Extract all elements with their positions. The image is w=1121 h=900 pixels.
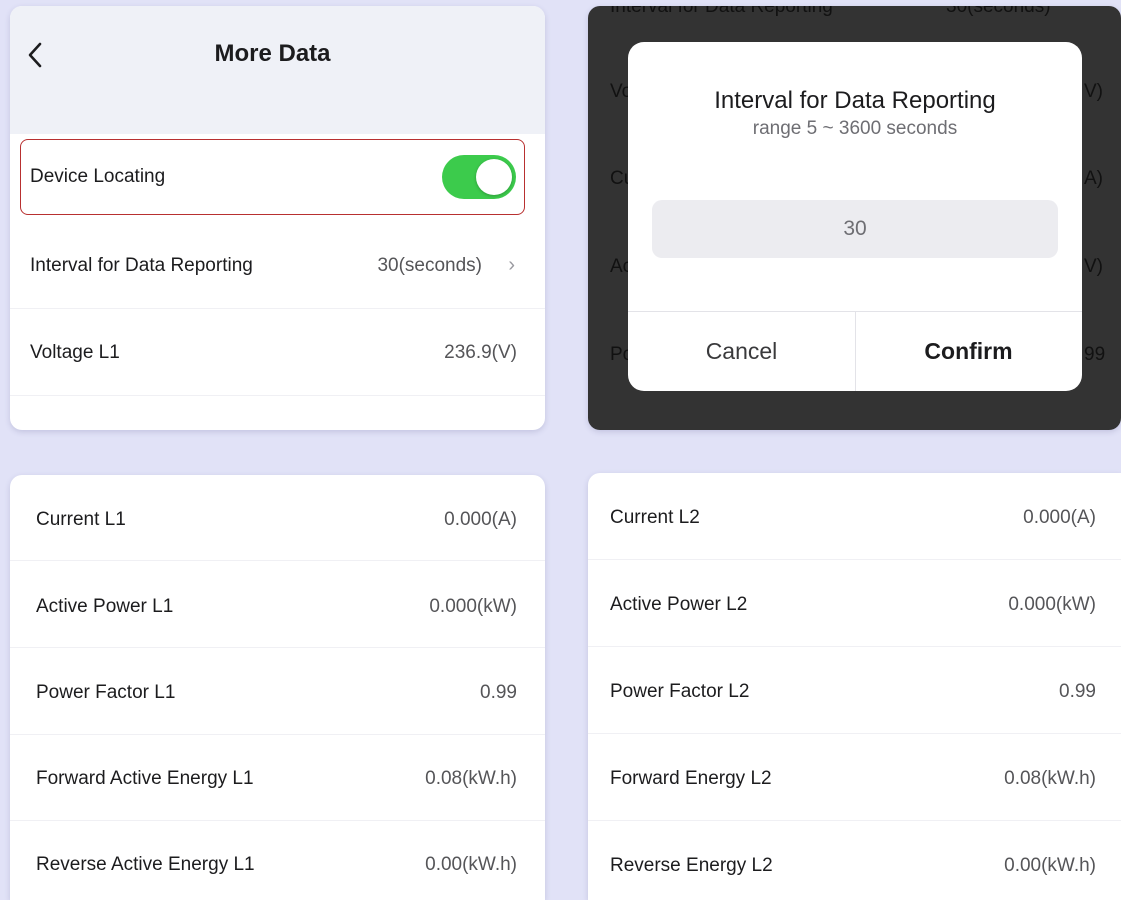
power-factor-l2-label: Power Factor L2 xyxy=(610,681,750,702)
chevron-right-icon: › xyxy=(508,254,515,276)
divider xyxy=(10,560,545,561)
background-text: V) xyxy=(1084,256,1103,277)
interval-label: Interval for Data Reporting xyxy=(30,255,253,276)
current-l2-value: 0.000(A) xyxy=(1023,507,1096,528)
divider xyxy=(588,559,1121,560)
background-text: 30(seconds) xyxy=(946,6,1051,17)
page-title: More Data xyxy=(214,40,331,67)
forward-active-energy-l1-value: 0.08(kW.h) xyxy=(425,768,517,789)
confirm-button[interactable]: Confirm xyxy=(855,312,1082,391)
interval-dialog: Interval for Data Reporting range 5 ~ 36… xyxy=(628,42,1082,391)
divider xyxy=(588,733,1121,734)
divider xyxy=(588,820,1121,821)
l2-data-card: Current L2 0.000(A) Active Power L2 0.00… xyxy=(588,473,1121,900)
device-locating-toggle[interactable] xyxy=(442,155,516,199)
divider xyxy=(10,820,545,821)
interval-value: 30(seconds) xyxy=(377,255,482,276)
background-text: V) xyxy=(1084,81,1103,102)
background-text: Interval for Data Reporting xyxy=(610,6,833,17)
reverse-active-energy-l1-label: Reverse Active Energy L1 xyxy=(36,854,255,875)
reverse-energy-l2-label: Reverse Energy L2 xyxy=(610,855,773,876)
forward-energy-l2-label: Forward Energy L2 xyxy=(610,768,772,789)
active-power-l2-label: Active Power L2 xyxy=(610,594,748,615)
current-l2-label: Current L2 xyxy=(610,507,700,528)
device-locating-row: Device Locating xyxy=(20,139,525,215)
background-text: A) xyxy=(1084,168,1103,189)
divider xyxy=(10,395,545,396)
more-data-screen: More Data Device Locating Interval for D… xyxy=(10,6,545,430)
cancel-button[interactable]: Cancel xyxy=(628,312,855,391)
interval-dialog-screen: Interval for Data Reporting 30(seconds) … xyxy=(588,6,1121,430)
reverse-active-energy-l1-value: 0.00(kW.h) xyxy=(425,854,517,875)
interval-input[interactable]: 30 xyxy=(652,200,1058,258)
divider xyxy=(10,308,545,309)
forward-energy-l2-value: 0.08(kW.h) xyxy=(1004,768,1096,789)
active-power-l1-label: Active Power L1 xyxy=(36,596,174,617)
toggle-knob xyxy=(476,159,512,195)
reverse-energy-l2-value: 0.00(kW.h) xyxy=(1004,855,1096,876)
voltage-l1-label: Voltage L1 xyxy=(30,342,120,363)
voltage-l1-value: 236.9(V) xyxy=(444,342,517,363)
current-l1-label: Current L1 xyxy=(36,509,126,530)
device-locating-label: Device Locating xyxy=(30,166,166,187)
power-factor-l1-label: Power Factor L1 xyxy=(36,682,176,703)
active-power-l2-value: 0.000(kW) xyxy=(1008,594,1096,615)
dialog-subtitle: range 5 ~ 3600 seconds xyxy=(752,118,958,139)
current-l1-value: 0.000(A) xyxy=(444,509,517,530)
divider xyxy=(10,647,545,648)
background-text: 99 xyxy=(1084,344,1106,365)
l1-data-card: Current L1 0.000(A) Active Power L1 0.00… xyxy=(10,475,545,900)
dialog-title: Interval for Data Reporting xyxy=(714,87,996,114)
divider xyxy=(588,646,1121,647)
header: More Data xyxy=(10,6,545,134)
divider xyxy=(10,734,545,735)
power-factor-l2-value: 0.99 xyxy=(1059,681,1096,702)
forward-active-energy-l1-label: Forward Active Energy L1 xyxy=(36,768,254,789)
active-power-l1-value: 0.000(kW) xyxy=(429,596,517,617)
power-factor-l1-value: 0.99 xyxy=(480,682,517,703)
